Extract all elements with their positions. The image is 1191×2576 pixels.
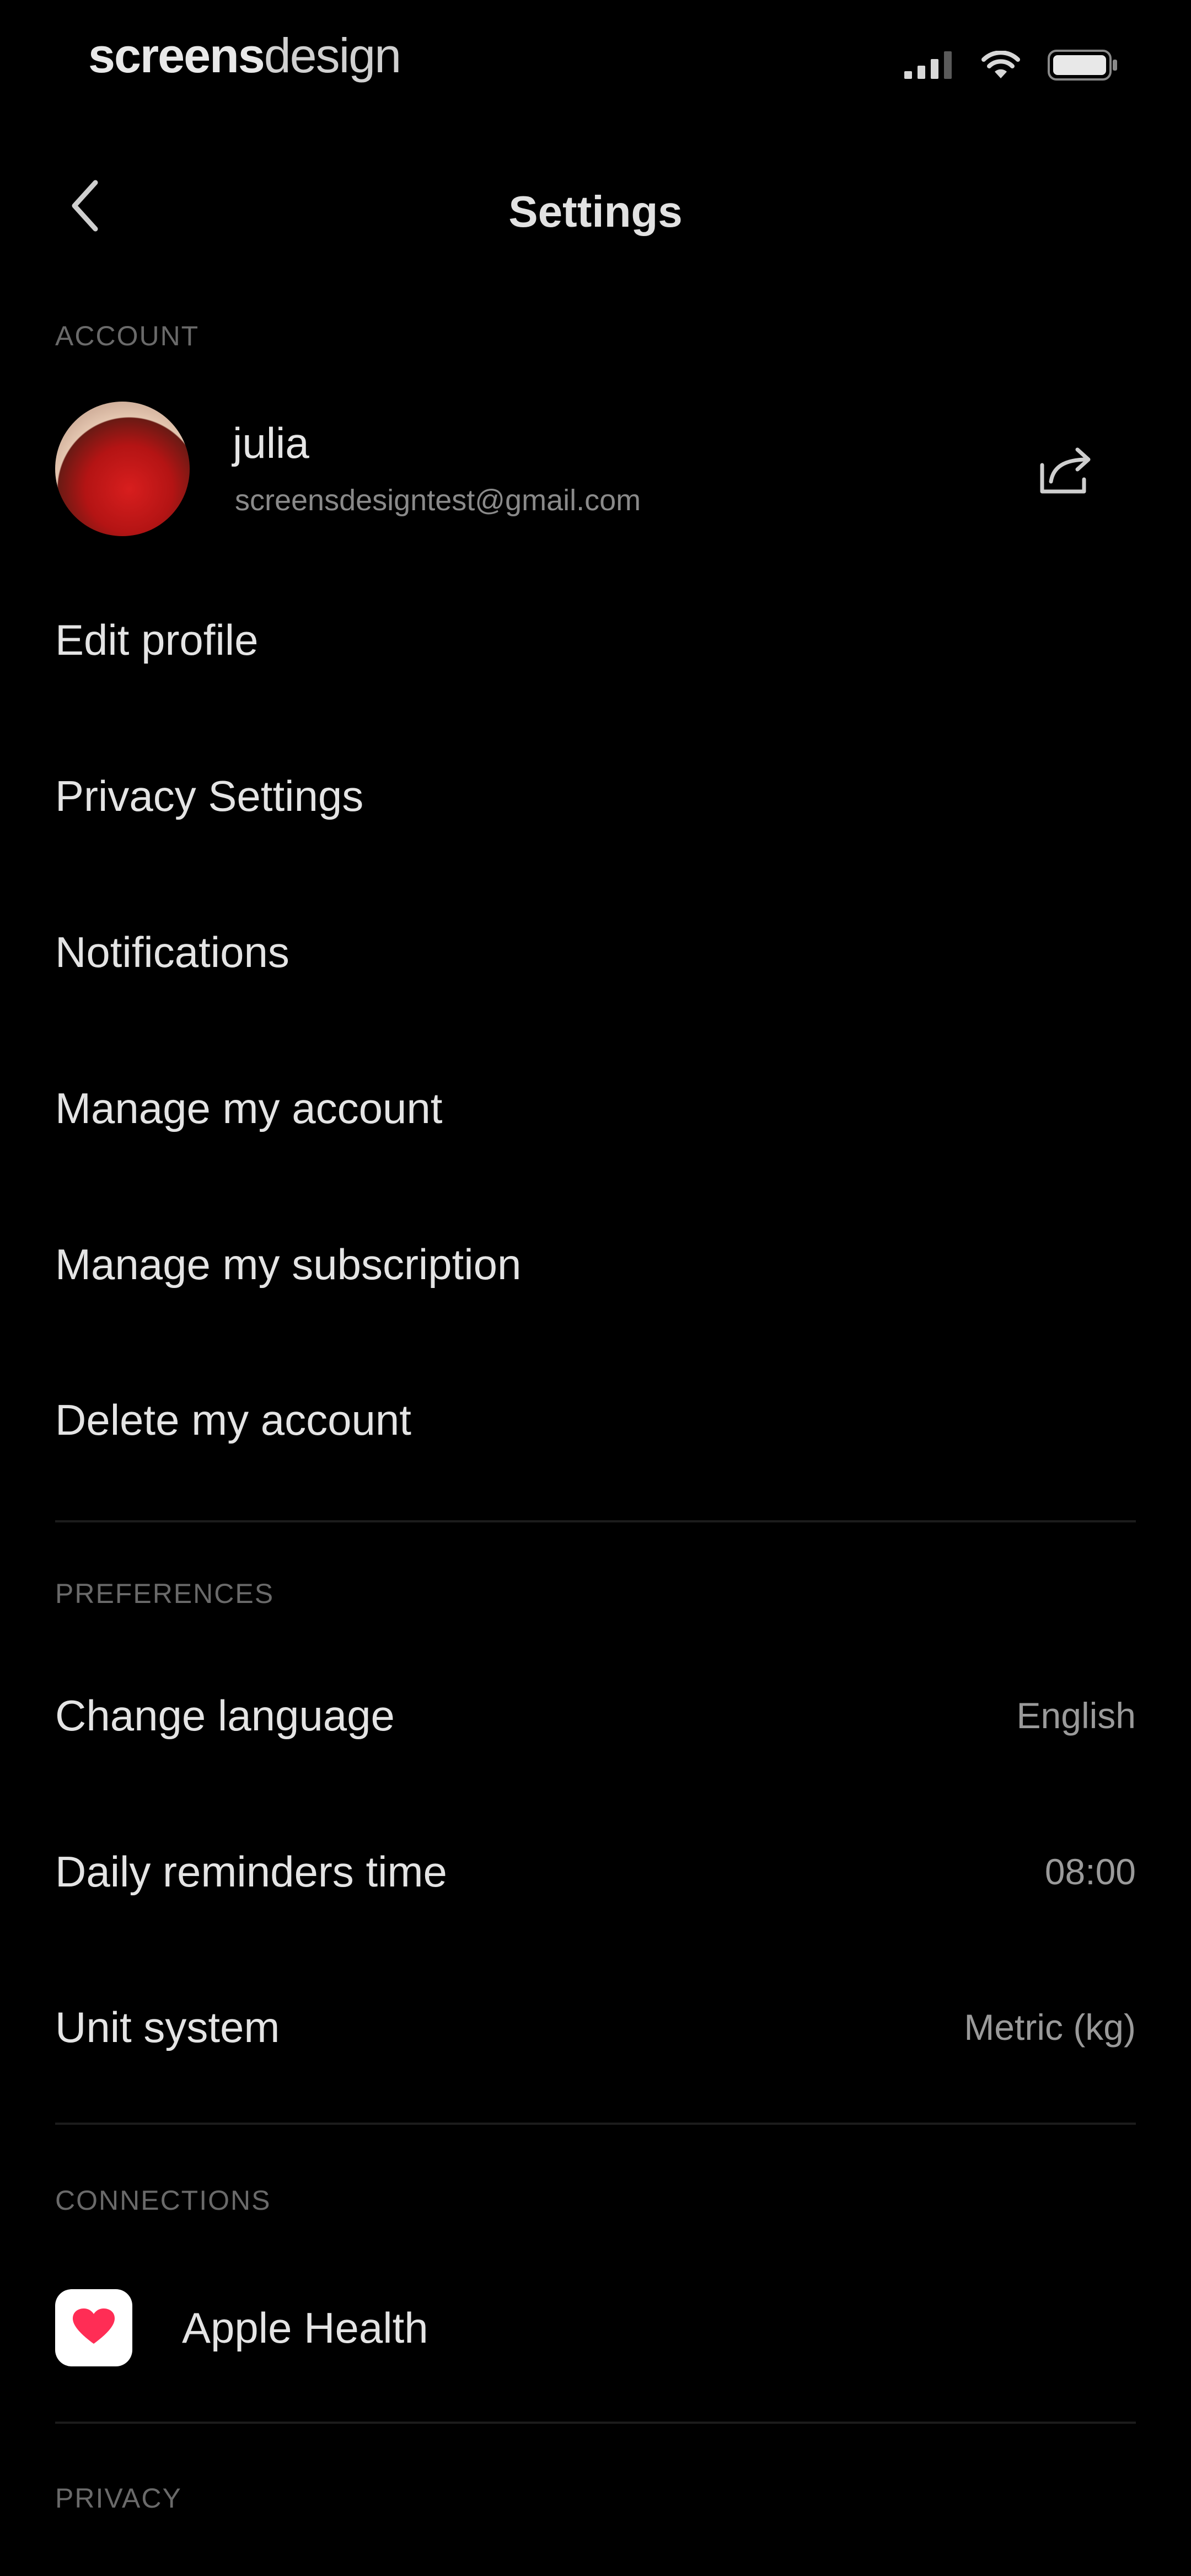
wifi-icon [981,51,1020,79]
status-bar: screensdesign [0,0,1191,121]
row-label: Manage my subscription [55,1239,522,1289]
navigation-header: Settings [0,165,1191,254]
section-label-account: ACCOUNT [55,320,200,351]
profile-email: screensdesigntest@gmail.com [235,484,641,517]
row-value: Metric (kg) [964,2007,1136,2048]
row-label: Change language [55,1691,395,1740]
avatar [55,402,190,536]
row-label: Edit profile [55,615,259,664]
share-profile-button[interactable] [1031,436,1103,507]
profile-card[interactable]: julia screensdesigntest@gmail.com [55,397,1136,541]
row-label: Delete my account [55,1395,411,1444]
apple-health-tile [55,2289,132,2366]
brand-watermark: screensdesign [88,28,401,84]
row-value: English [1016,1695,1136,1736]
row-label: Privacy Settings [55,771,364,820]
row-label: Apple Health [182,2303,428,2352]
cellular-signal-icon [904,51,954,79]
divider [55,2123,1136,2125]
row-edit-profile[interactable]: Edit profile [55,585,1136,695]
section-label-connections: CONNECTIONS [55,2185,271,2216]
brand-light-text: design [264,28,401,83]
row-daily-reminders[interactable]: Daily reminders time 08:00 [55,1816,1136,1927]
status-icons [904,50,1119,81]
row-unit-system[interactable]: Unit system Metric (kg) [55,1972,1136,2082]
row-notifications[interactable]: Notifications [55,897,1136,1007]
divider [55,2422,1136,2424]
row-delete-account[interactable]: Delete my account [55,1365,1136,1475]
row-manage-account[interactable]: Manage my account [55,1053,1136,1163]
settings-screen: screensdesign Settings ACCOUNT julia scr… [0,0,1191,2576]
share-icon [1037,443,1097,501]
row-label: Daily reminders time [55,1847,447,1896]
apple-health-heart-icon [72,2307,116,2349]
brand-bold-text: screens [88,28,265,83]
section-label-privacy: PRIVACY [55,2483,182,2514]
row-change-language[interactable]: Change language English [55,1660,1136,1771]
row-manage-subscription[interactable]: Manage my subscription [55,1209,1136,1319]
row-label: Manage my account [55,1083,443,1132]
row-label: Notifications [55,927,289,976]
row-privacy-settings[interactable]: Privacy Settings [55,741,1136,851]
page-title: Settings [508,187,683,236]
row-label: Unit system [55,2002,280,2051]
divider [55,1520,1136,1522]
profile-name: julia [233,419,309,467]
section-label-preferences: PREFERENCES [55,1578,275,1609]
row-apple-health[interactable]: Apple Health [55,2273,1136,2383]
row-value: 08:00 [1044,1851,1136,1892]
battery-icon [1048,50,1119,81]
